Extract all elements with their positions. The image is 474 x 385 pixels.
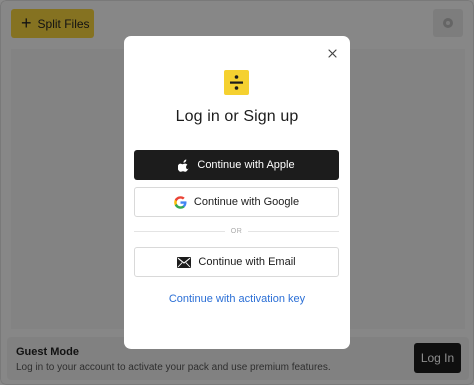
envelope-icon — [177, 256, 192, 268]
divide-logo-icon — [230, 75, 243, 90]
app-logo — [224, 70, 249, 95]
close-icon — [327, 48, 337, 58]
or-label: OR — [230, 227, 243, 235]
apple-button-label: Continue with Apple — [197, 159, 295, 171]
divider-line-left — [134, 230, 225, 232]
modal-title: Log in or Sign up — [175, 108, 299, 125]
google-icon — [174, 195, 187, 209]
email-button-label: Continue with Email — [198, 256, 296, 268]
continue-with-email-button[interactable]: Continue with Email — [134, 247, 339, 277]
google-button-label: Continue with Google — [193, 196, 300, 208]
apple-icon — [178, 159, 189, 172]
continue-with-apple-button[interactable]: Continue with Apple — [134, 150, 339, 180]
or-divider: OR — [134, 225, 339, 237]
close-button[interactable] — [325, 46, 339, 60]
divider-line-right — [248, 230, 339, 232]
login-modal: Log in or Sign up Continue with Apple Co… — [124, 36, 350, 349]
activation-key-link[interactable]: Continue with activation key — [124, 293, 350, 305]
continue-with-google-button[interactable]: Continue with Google — [134, 187, 339, 217]
